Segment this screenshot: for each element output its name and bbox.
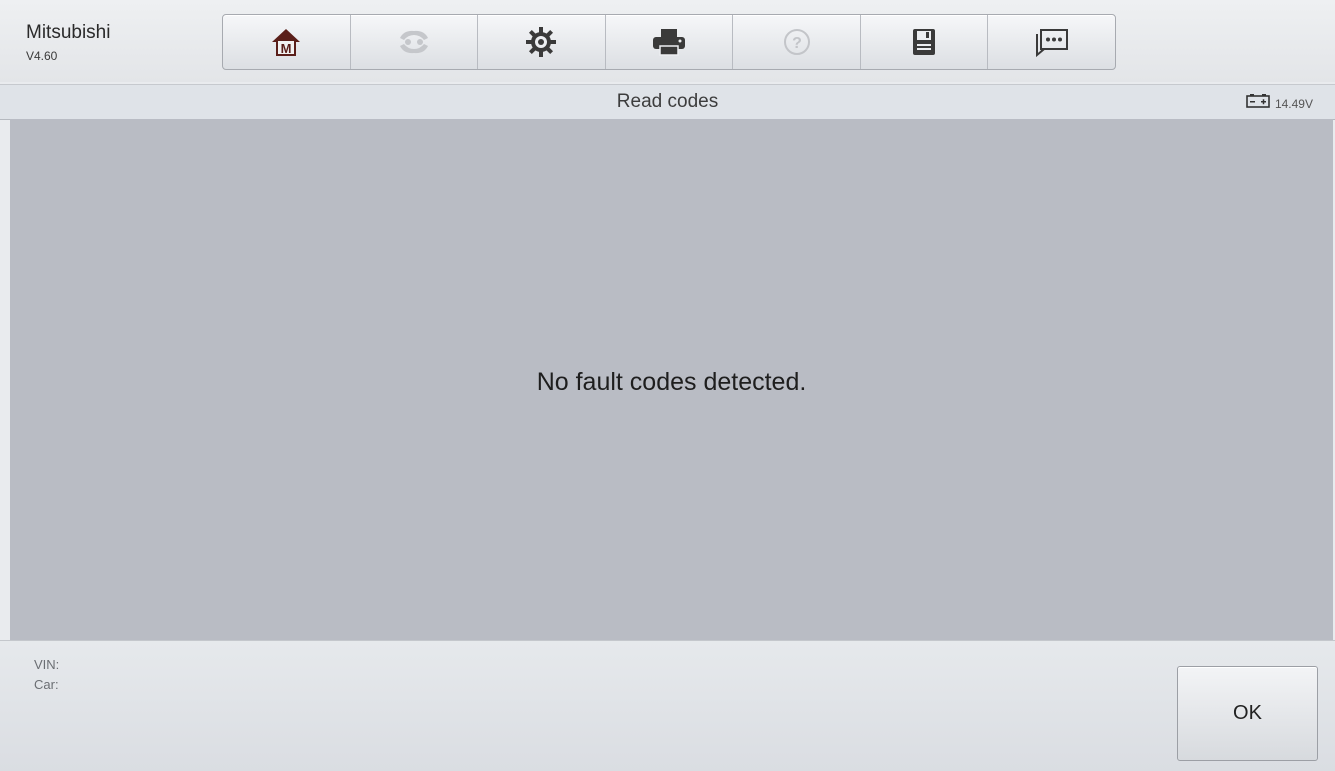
help-button[interactable]: ? [733,15,861,69]
battery-status: 14.49V [1246,94,1313,113]
page-title: Read codes [616,91,719,112]
message-button[interactable] [988,15,1115,69]
home-button[interactable]: M [223,15,351,69]
battery-icon [1246,94,1270,113]
settings-button[interactable] [478,15,606,69]
ok-button[interactable]: OK [1177,666,1318,761]
toolbar: M ? [222,14,1116,70]
version-label: V4.60 [26,49,58,63]
home-icon: M [268,24,304,60]
save-icon [909,26,939,58]
vehicle-swap-button[interactable] [351,15,479,69]
footer-bar: VIN: Car: OK [0,640,1335,771]
gear-icon [524,25,558,59]
chat-icon [1034,25,1070,59]
brand-name: Mitsubishi [26,22,111,43]
result-message: No fault codes detected. [536,368,807,396]
top-bar: Mitsubishi V4.60 M ? [0,0,1335,82]
vin-label: VIN: [34,657,60,672]
save-button[interactable] [861,15,989,69]
printer-icon [650,26,688,58]
app-window: Mitsubishi V4.60 M ? Read codes 14.49V N… [0,0,1335,771]
content-area: No fault codes detected. [10,119,1333,640]
battery-voltage: 14.49V [1274,96,1313,111]
print-button[interactable] [606,15,734,69]
car-label: Car: [34,677,59,692]
title-bar: Read codes 14.49V [0,84,1335,120]
brand: Mitsubishi V4.60 [26,22,110,63]
svg-text:?: ? [792,35,802,52]
svg-text:M: M [281,41,292,56]
vehicle-swap-icon [394,26,434,58]
help-icon: ? [781,26,813,58]
